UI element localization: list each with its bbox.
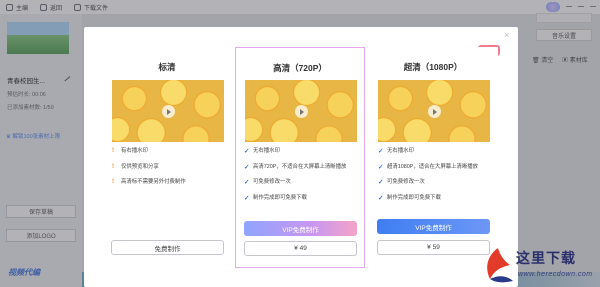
play-icon[interactable]	[295, 105, 308, 118]
warning-icon: !	[112, 179, 114, 185]
vip-free-button[interactable]: VIP免费制作	[377, 219, 490, 234]
check-icon: ✓	[244, 148, 250, 155]
check-icon: ✓	[244, 163, 250, 171]
feature-item: ! 有右播水印	[112, 148, 230, 164]
feature-text: 高清标不需要另外付费制作	[121, 179, 186, 185]
vip-free-button[interactable]: VIP免费制作	[244, 221, 357, 236]
plan-title: 高清（720P）	[273, 63, 327, 73]
feature-text: 有右播水印	[121, 148, 148, 154]
watermark-title: 这里下载	[516, 251, 576, 267]
feature-item: ✓ 制作完成即可免费下载	[244, 195, 362, 211]
feature-text: 制作完成即可免费下载	[253, 194, 307, 201]
feature-text: 可免费修改一次	[253, 179, 291, 185]
feature-text: 制作完成即可免费下载	[387, 194, 441, 201]
free-make-button[interactable]: 免费制作	[111, 240, 224, 255]
check-icon: ✓	[378, 179, 384, 186]
price-label: ¥ 49	[294, 245, 307, 252]
quality-select-dialog: × 👍 标清 ! 有右播水印 ! 仅供预览和分享 ! 高清标不需要另外付费制作 …	[84, 27, 518, 287]
preview-image[interactable]	[378, 80, 490, 142]
price-button[interactable]: ¥ 49	[244, 241, 357, 256]
site-watermark: 这里下载 www.herecdown.com	[478, 244, 600, 287]
price-button[interactable]: ¥ 59	[377, 240, 490, 255]
feature-list: ! 有右播水印 ! 仅供预览和分享 ! 高清标不需要另外付费制作	[112, 148, 230, 195]
play-icon[interactable]	[162, 105, 175, 118]
check-icon: ✓	[244, 194, 250, 202]
plan-title: 超清（1080P）	[403, 62, 463, 72]
plan-card-standard[interactable]: 标清 ! 有右播水印 ! 仅供预览和分享 ! 高清标不需要另外付费制作 免费制作	[102, 47, 232, 285]
feature-text: 超清1080P，适合在大屏幕上清晰播放	[387, 163, 479, 170]
vip-free-label: VIP免费制作	[282, 226, 319, 234]
watermark-url: www.herecdown.com	[518, 271, 593, 278]
feature-item: ✓ 可免费修改一次	[378, 179, 496, 195]
feature-item: ✓ 制作完成即可免费下载	[378, 195, 496, 211]
watermark-logo-icon	[487, 248, 513, 283]
feature-list: ✓ 无右播水印 ✓ 超清1080P，适合在大屏幕上清晰播放 ✓ 可免费修改一次 …	[378, 148, 496, 210]
check-icon: ✓	[378, 163, 384, 171]
check-icon: ✓	[378, 194, 384, 202]
close-icon[interactable]: ×	[504, 30, 509, 40]
feature-text: 仅供预览和分享	[121, 163, 159, 170]
feature-item: ✓ 无右播水印	[378, 148, 496, 164]
play-icon[interactable]	[428, 105, 441, 118]
feature-item: ! 仅供预览和分享	[112, 164, 230, 180]
feature-item: ✓ 可免费修改一次	[244, 179, 362, 195]
feature-item: ! 高清标不需要另外付费制作	[112, 179, 230, 195]
warning-icon: !	[112, 148, 114, 154]
feature-item: ✓ 高清720P，不适合在大屏幕上清晰播放	[244, 164, 362, 180]
plan-card-hd[interactable]: 高清（720P） ✓ 无右播水印 ✓ 高清720P，不适合在大屏幕上清晰播放 ✓…	[235, 47, 365, 268]
check-icon: ✓	[378, 148, 384, 155]
feature-list: ✓ 无右播水印 ✓ 高清720P，不适合在大屏幕上清晰播放 ✓ 可免费修改一次 …	[244, 148, 362, 210]
feature-text: 无右播水印	[387, 148, 414, 154]
feature-item: ✓ 超清1080P，适合在大屏幕上清晰播放	[378, 164, 496, 180]
plan-title: 标清	[158, 62, 176, 72]
preview-image[interactable]	[245, 80, 357, 142]
free-make-label: 免费制作	[154, 245, 181, 253]
preview-image[interactable]	[112, 80, 224, 142]
feature-text: 高清720P，不适合在大屏幕上清晰播放	[253, 163, 347, 170]
vip-free-label: VIP免费制作	[415, 224, 452, 232]
warning-icon: !	[112, 163, 114, 170]
feature-text: 无右播水印	[253, 148, 280, 154]
price-label: ¥ 59	[427, 244, 440, 251]
feature-item: ✓ 无右播水印	[244, 148, 362, 164]
check-icon: ✓	[244, 179, 250, 186]
feature-text: 可免费修改一次	[387, 179, 425, 185]
